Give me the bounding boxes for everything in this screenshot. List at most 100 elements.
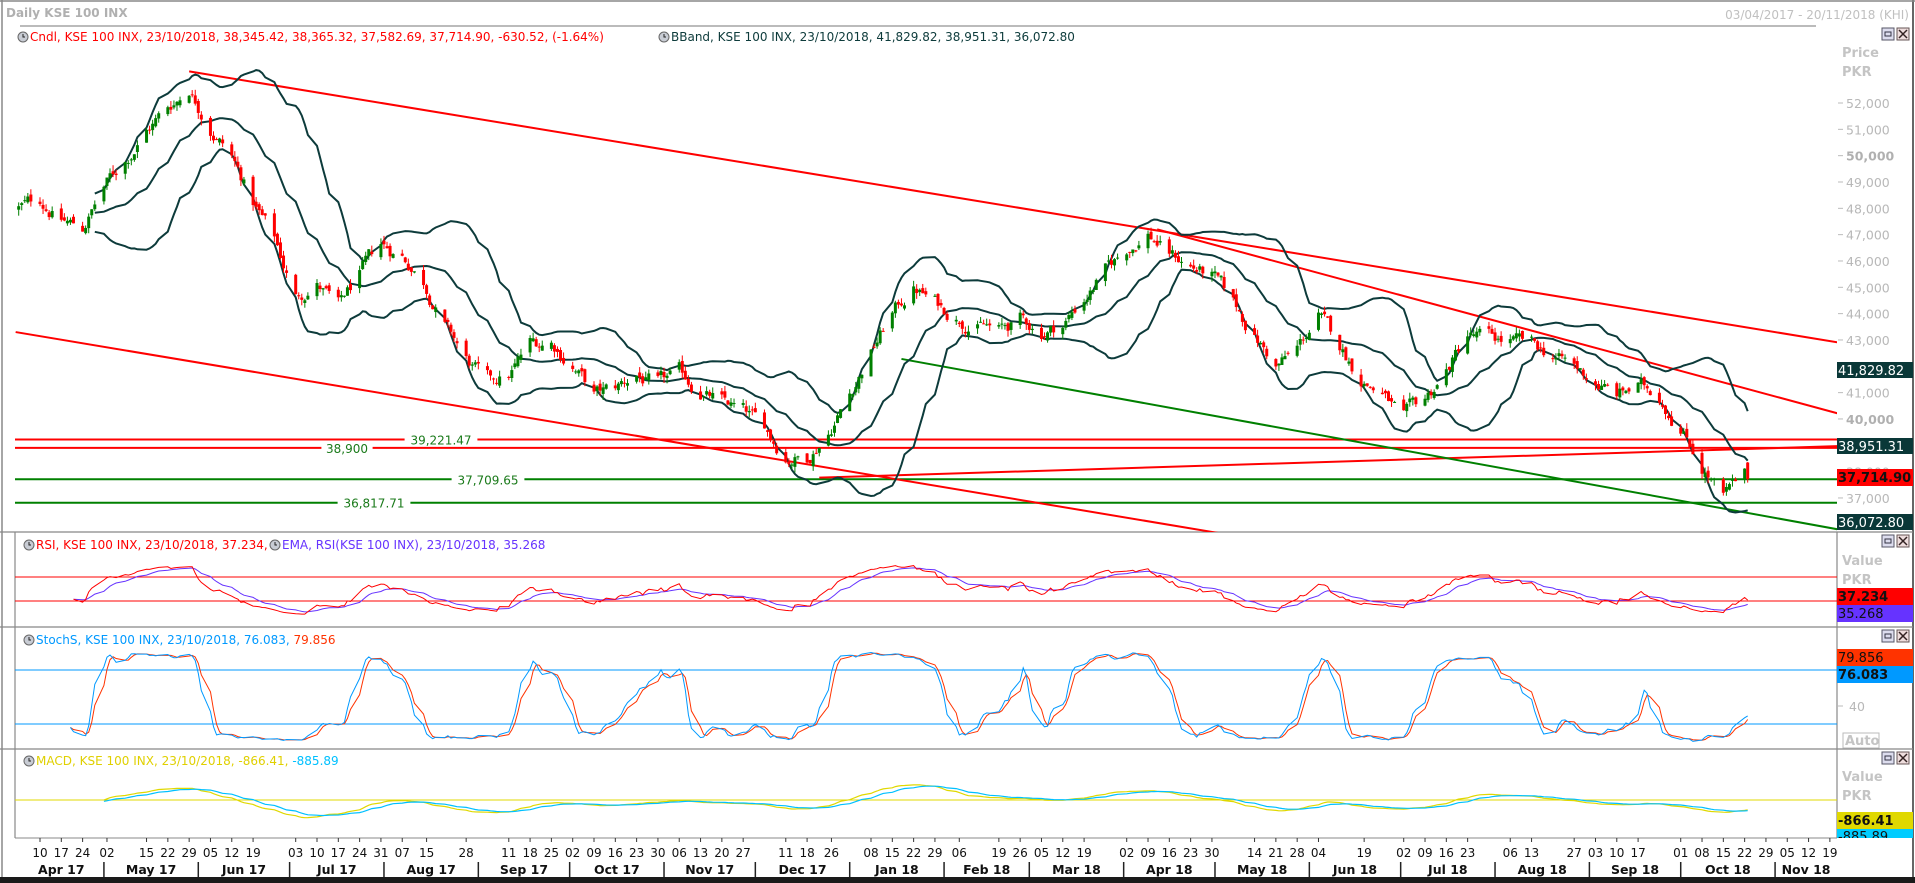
macd-close-button[interactable] (1896, 751, 1910, 765)
candle (1344, 346, 1348, 361)
candle-body (531, 338, 535, 342)
date-tick-label: 17 (54, 846, 69, 860)
candle-body (23, 200, 27, 202)
rsi-restore-button[interactable] (1881, 534, 1895, 548)
stock-chart[interactable]: Daily KSE 100 INX 03/04/2017 - 20/11/201… (0, 0, 1915, 883)
stoch-legend-icon[interactable] (23, 634, 35, 646)
candle-body (17, 206, 21, 210)
candle-body (805, 453, 809, 463)
candle-body (315, 282, 319, 297)
month-label: Aug 18 (1518, 862, 1567, 877)
candle-body (47, 212, 51, 218)
candle-body (1618, 388, 1622, 398)
bband-legend-icon[interactable] (658, 31, 670, 43)
candle-body (1088, 290, 1092, 301)
candle-body (403, 257, 407, 263)
candle-body (817, 447, 821, 453)
candle-body (1167, 239, 1171, 254)
candle-body (236, 161, 240, 167)
candle-body (169, 106, 173, 110)
candle-body (1499, 335, 1503, 342)
candle-body (1256, 335, 1260, 343)
candle-body (1386, 391, 1390, 402)
candle-body (50, 211, 54, 218)
candle-body (1560, 353, 1564, 357)
candle-body (921, 288, 925, 294)
candle-body (476, 361, 480, 364)
date-tick-label: 29 (927, 846, 942, 860)
candle-body (1721, 478, 1725, 493)
candle-body (464, 340, 468, 357)
stoch-restore-button[interactable] (1881, 629, 1895, 643)
price-legend: Cndl, KSE 100 INX, 23/10/2018, 38,345.42… (17, 30, 1075, 44)
date-tick-label: 21 (1268, 846, 1283, 860)
candle-body (741, 403, 745, 405)
candle-body (604, 384, 608, 389)
date-tick-label: 08 (863, 846, 878, 860)
stoch-close-button[interactable] (1896, 629, 1910, 643)
candle-body (327, 285, 331, 291)
candle-body (1329, 315, 1333, 332)
price-restore-button[interactable] (1881, 27, 1895, 41)
candle-body (498, 376, 502, 386)
candle-body (1636, 382, 1640, 393)
candle-body (1368, 386, 1372, 388)
candle-body (689, 384, 693, 392)
candle-body (1195, 270, 1199, 272)
date-tick-label: 02 (565, 846, 580, 860)
price-close-button[interactable] (1896, 27, 1910, 41)
macd-legend: MACD, KSE 100 INX, 23/10/2018, -866.41, … (23, 754, 339, 768)
macd-legend-icon[interactable] (23, 755, 35, 767)
candle-body (1021, 313, 1025, 316)
candle-body (1082, 302, 1086, 311)
candle-body (1453, 349, 1457, 361)
candle-body (1326, 316, 1330, 318)
date-tick-label: 09 (586, 846, 601, 860)
date-tick-label: 11 (501, 846, 516, 860)
candle-body (1091, 290, 1095, 293)
price-tick-label: 50,000 (1846, 149, 1895, 164)
candle-body (1530, 336, 1534, 338)
candle-body (1307, 332, 1311, 340)
candle-body (221, 139, 225, 144)
rsi-close-button[interactable] (1896, 534, 1910, 548)
candle-body (44, 209, 48, 212)
date-tick-label: 13 (693, 846, 708, 860)
candle-body (1435, 385, 1439, 389)
candle-body (87, 216, 91, 229)
candle-body (793, 457, 797, 467)
candle-body (1027, 323, 1031, 330)
candle-body (711, 392, 715, 399)
candle-body (1280, 357, 1284, 365)
candle-body (1663, 405, 1667, 415)
candle-body (1593, 381, 1597, 385)
stoch-k-badge: 76.083 (1838, 668, 1888, 683)
rsi-legend-icon[interactable] (23, 539, 35, 551)
macd-restore-button[interactable] (1881, 751, 1895, 765)
candle-body (979, 321, 983, 323)
candle-body (890, 312, 894, 329)
candle-body (1347, 361, 1351, 364)
candle-legend-icon[interactable] (17, 31, 29, 43)
bb-lower-badge: 36,072.80 (1838, 516, 1904, 531)
date-tick-label: 19 (245, 846, 260, 860)
candle-body (38, 201, 42, 204)
candle-body (1125, 254, 1129, 261)
candle-body (1341, 349, 1345, 353)
auto-scale-button[interactable]: Auto (1842, 732, 1880, 749)
candle-body (976, 324, 980, 329)
candle-body (382, 240, 386, 245)
candle-body (829, 434, 833, 436)
candle-body (592, 384, 596, 392)
rsi-ema-legend-icon[interactable] (269, 539, 281, 551)
date-tick-label: 25 (544, 846, 559, 860)
candle-body (1563, 357, 1567, 359)
candle-body (193, 95, 197, 104)
candle-body (68, 219, 72, 223)
date-tick-label: 19 (991, 846, 1006, 860)
price-tick-label: 47,000 (1846, 228, 1890, 243)
candle-body (1116, 257, 1120, 259)
candle-body (1621, 387, 1625, 391)
candle (1094, 278, 1098, 291)
candle-body (708, 391, 712, 396)
